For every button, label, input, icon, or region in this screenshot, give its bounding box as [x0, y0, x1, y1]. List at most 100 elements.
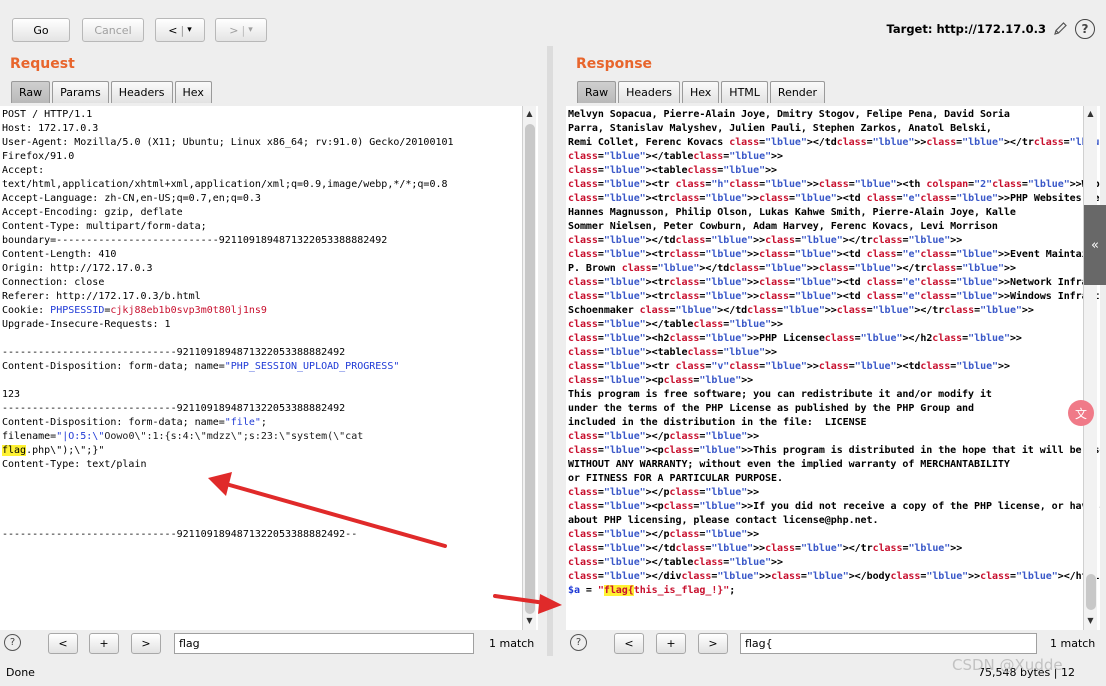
forward-button[interactable]: > | ▾ [215, 18, 267, 42]
response-scrollbar[interactable]: ▲ ▼ [1083, 106, 1097, 630]
prev-icon: < [58, 637, 68, 650]
response-line: Hannes Magnusson, Philip Olson, Lukas Ka… [568, 207, 1016, 218]
response-line: class="lblue"></tdclass="lblue">>class="… [568, 543, 963, 554]
request-line: Accept-Encoding: gzip, deflate [2, 207, 183, 218]
tab-label: Headers [626, 86, 672, 99]
request-line: Content-Disposition: form-data; name="PH… [2, 361, 400, 372]
response-line: class="lblue"><h2class="lblue">>PHP Lice… [568, 333, 1022, 344]
request-line: Accept-Language: zh-CN,en-US;q=0.7,en;q=… [2, 193, 261, 204]
cancel-label: Cancel [94, 23, 132, 37]
tab-headers[interactable]: Headers [110, 81, 173, 103]
request-line: Content-Length: 410 [2, 249, 117, 260]
response-line: class="lblue"><trclass="lblue">>class="l… [568, 277, 1100, 288]
response-line: class="lblue"><trclass="lblue">>class="l… [568, 193, 1100, 204]
response-tabs: Raw Headers Hex HTML Render [577, 81, 826, 103]
double-chevron-left-icon: « [1091, 237, 1099, 253]
response-line: class="lblue"></pclass="lblue">> [568, 487, 760, 498]
tab-hex[interactable]: Hex [174, 81, 212, 103]
tab-label: Hex [182, 86, 204, 99]
plus-icon: + [666, 637, 676, 650]
scroll-up-icon[interactable]: ▲ [523, 109, 536, 121]
collapse-panel-button[interactable]: « [1084, 205, 1106, 285]
translate-icon[interactable]: 文 [1068, 400, 1094, 426]
tab-raw[interactable]: Raw [577, 81, 617, 103]
response-line: included in the distribution in the file… [568, 417, 867, 428]
search-prev-button[interactable]: < [614, 633, 644, 654]
request-title: Request [10, 56, 75, 72]
tab-params[interactable]: Params [52, 81, 109, 103]
response-line: class="lblue"><tr class="v"class="lblue"… [568, 361, 1010, 372]
response-line: class="lblue"></tableclass="lblue">> [568, 557, 783, 568]
response-editor[interactable]: Melvyn Sopacua, Pierre-Alain Joye, Dmitr… [566, 106, 1100, 630]
request-editor[interactable]: POST / HTTP/1.1 Host: 172.17.0.3 User-Ag… [0, 106, 538, 630]
request-text[interactable]: POST / HTTP/1.1 Host: 172.17.0.3 User-Ag… [0, 106, 538, 542]
request-line: Content-Disposition: form-data; name="fi… [2, 417, 267, 428]
help-icon[interactable]: ? [1075, 19, 1095, 39]
pane-divider[interactable] [547, 46, 553, 656]
request-line: -----------------------------92110918948… [2, 529, 358, 540]
tab-label: Render [777, 86, 818, 99]
tab-hex[interactable]: Hex [681, 81, 720, 103]
request-tabs: Raw Params Headers Hex [11, 81, 212, 103]
response-line: Melvyn Sopacua, Pierre-Alain Joye, Dmitr… [568, 109, 1010, 120]
go-label: Go [33, 23, 49, 37]
response-line: class="lblue"></pclass="lblue">> [568, 431, 760, 442]
response-line: or FITNESS FOR A PARTICULAR PURPOSE. [568, 473, 783, 484]
status-text: Done [6, 666, 35, 679]
tab-render[interactable]: Render [769, 81, 826, 103]
request-line: boundary=---------------------------9211… [2, 235, 388, 246]
cancel-button[interactable]: Cancel [82, 18, 144, 42]
response-title: Response [576, 56, 653, 72]
tab-label: Params [60, 86, 101, 99]
response-line: class="lblue"><trclass="lblue">>class="l… [568, 249, 1100, 260]
request-line: -----------------------------92110918948… [2, 347, 346, 358]
toolbar: Go Cancel < | ▾ > | ▾ Target: http://172… [0, 0, 1106, 46]
search-add-button[interactable]: + [89, 633, 119, 654]
response-line: about PHP licensing, please contact lice… [568, 515, 879, 526]
search-next-button[interactable]: > [131, 633, 161, 654]
request-line: Host: 172.17.0.3 [2, 123, 99, 134]
next-icon: > [141, 637, 151, 650]
request-line: Cookie: PHPSESSID=cjkj88eb1b0svp3m0t80lj… [2, 305, 267, 316]
plus-icon: + [99, 637, 109, 650]
search-add-button[interactable]: + [656, 633, 686, 654]
help-glyph: ? [9, 637, 16, 648]
help-icon[interactable]: ? [570, 634, 587, 651]
prev-icon: < [624, 637, 634, 650]
help-icon[interactable]: ? [4, 634, 21, 651]
search-input[interactable]: flag{ [740, 633, 1037, 654]
request-scrollbar[interactable]: ▲ ▼ [522, 106, 536, 630]
tab-html[interactable]: HTML [721, 81, 768, 103]
scroll-thumb[interactable] [525, 124, 535, 614]
scroll-down-icon[interactable]: ▼ [523, 616, 536, 628]
request-line: POST / HTTP/1.1 [2, 109, 93, 120]
help-glyph: ? [1081, 22, 1089, 36]
response-line: class="lblue"><tableclass="lblue">> [568, 347, 778, 358]
tab-headers[interactable]: Headers [618, 81, 680, 103]
back-icon: < [168, 23, 178, 37]
response-line: This program is free software; you can r… [568, 389, 992, 400]
search-input[interactable]: flag [174, 633, 474, 654]
response-line: P. Brown class="lblue"></tdclass="lblue"… [568, 263, 1016, 274]
match-count: 1 match [489, 637, 535, 650]
response-text[interactable]: Melvyn Sopacua, Pierre-Alain Joye, Dmitr… [566, 106, 1100, 598]
response-line: Parra, Stanislav Malyshev, Julien Pauli,… [568, 123, 992, 134]
response-line: WITHOUT ANY WARRANTY; without even the i… [568, 459, 1010, 470]
tab-label: HTML [729, 86, 760, 99]
next-icon: > [708, 637, 718, 650]
tab-label: Headers [118, 86, 165, 99]
search-next-button[interactable]: > [698, 633, 728, 654]
search-prev-button[interactable]: < [48, 633, 78, 654]
pencil-icon[interactable] [1050, 19, 1070, 39]
go-button[interactable]: Go [12, 18, 70, 42]
tab-raw[interactable]: Raw [11, 81, 51, 103]
response-line: class="lblue"><pclass="lblue">> [568, 375, 754, 386]
back-button[interactable]: < | ▾ [155, 18, 205, 42]
forward-icon: > [229, 23, 239, 37]
watermark: CSDN @Xudde [952, 656, 1063, 674]
request-line: text/html,application/xhtml+xml,applicat… [2, 179, 448, 190]
scroll-down-icon[interactable]: ▼ [1084, 616, 1097, 628]
scroll-up-icon[interactable]: ▲ [1084, 109, 1097, 121]
tab-label: Hex [689, 86, 712, 99]
scroll-thumb[interactable] [1086, 574, 1096, 610]
